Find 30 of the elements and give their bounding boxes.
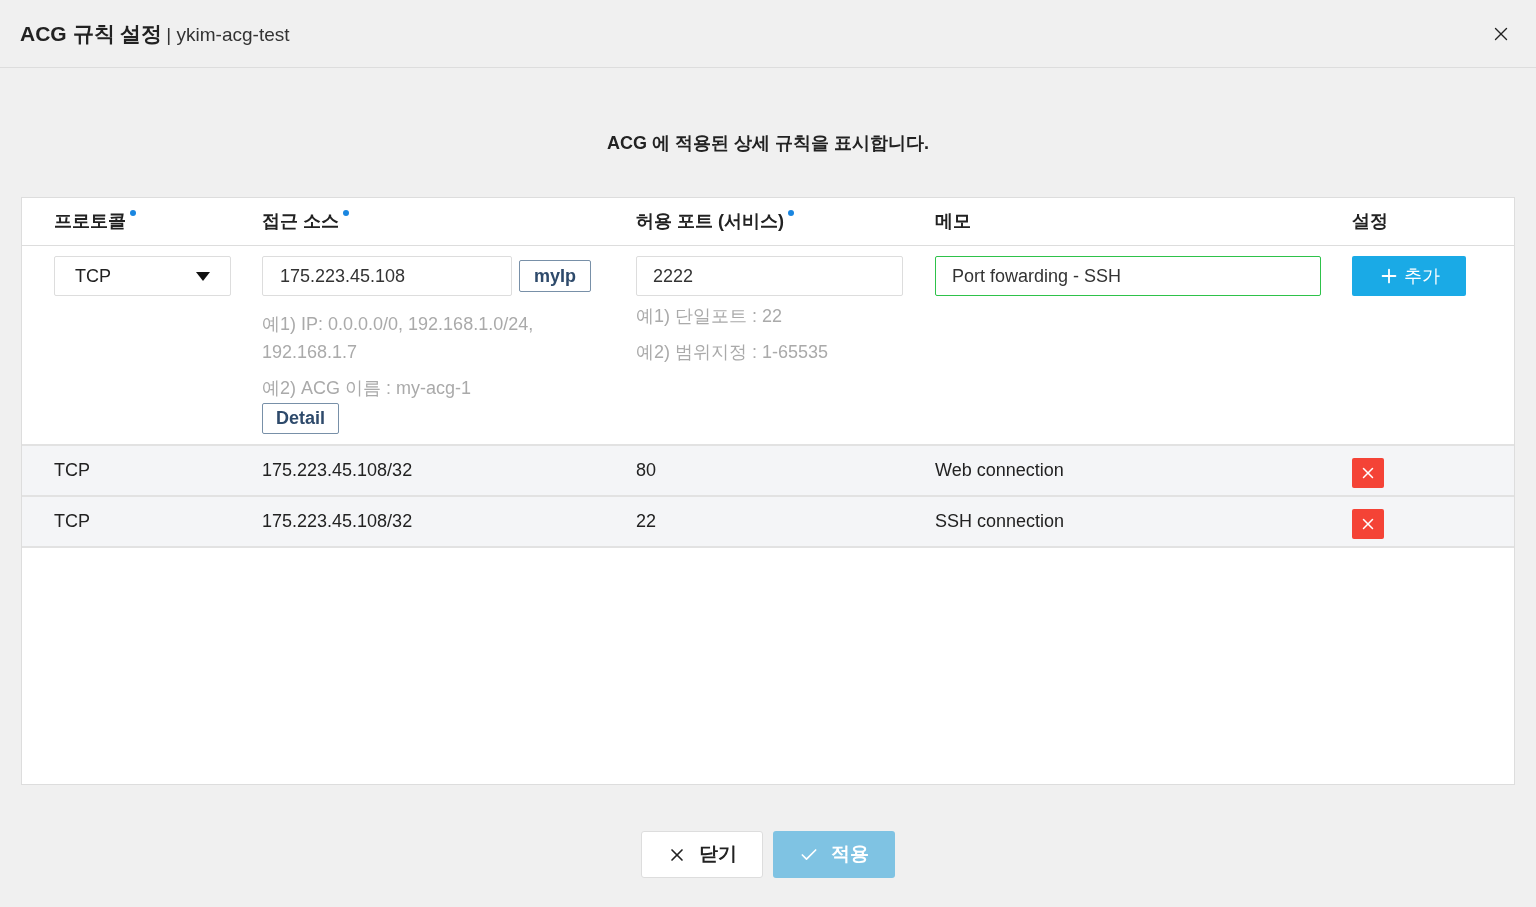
memo-input[interactable]: Port fowarding - SSH [935,256,1321,296]
source-input[interactable]: 175.223.45.108 [262,256,512,296]
column-header: 프로토콜 [54,210,126,233]
hint-text: 예1) 단일포트 : 22 [636,305,784,328]
column-header: 설정 [1352,210,1388,233]
delete-button[interactable] [1352,457,1384,488]
table-cell-text: 175.223.45.108/32 [262,459,414,482]
table-cell-text: 80 [636,459,658,482]
port-input[interactable]: 2222 [636,256,903,296]
column-header: 허용 포트 (서비스) [636,210,784,233]
dropdown-caret-icon [196,271,210,281]
hint-text: 예2) 범위지정 : 1-65535 [636,341,830,364]
table-cell-text: 175.223.45.108/32 [262,510,414,533]
detail-button[interactable]: Detail [262,403,340,434]
close-button[interactable]: 닫기 [641,831,763,878]
dialog-subtitle: | ykim-acg-test [166,22,290,47]
description-text: ACG 에 적용된 상세 규칙을 표시합니다. [607,132,929,155]
table-cell-text: 22 [636,510,658,533]
table-cell-text: Web connection [935,459,1065,482]
hint-text: 예1) IP: 0.0.0.0/0, 192.168.1.0/24, 192.168.1.7 [262,313,535,364]
column-header: 접근 소스 [262,210,339,233]
column-header: 메모 [935,210,971,233]
hint-text: 예2) ACG 이름 : my-acg-1 [262,377,473,400]
table-cell-text: TCP [54,510,91,533]
dialog-title: ACG 규칙 설정 [20,20,163,47]
myip-button[interactable]: myIp [519,260,591,292]
table-cell-text: TCP [54,459,91,482]
protocol-select[interactable]: TCP [54,256,231,296]
table-cell-text: SSH connection [935,510,1066,533]
delete-button[interactable] [1352,508,1384,539]
